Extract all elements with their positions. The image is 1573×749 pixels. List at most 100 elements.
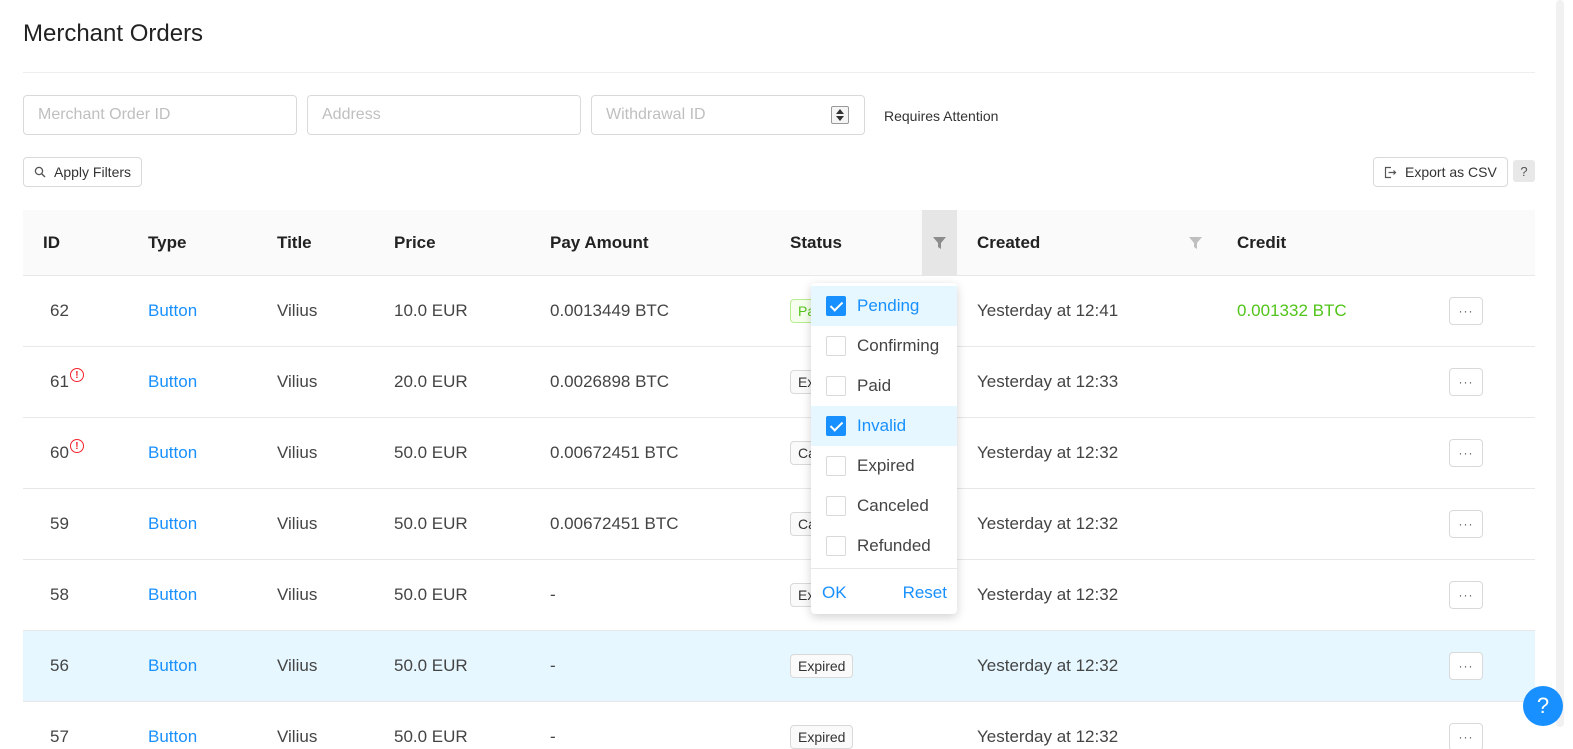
- order-pay-amount: -: [550, 585, 556, 604]
- order-price: 50.0 EUR: [394, 656, 468, 675]
- table-row[interactable]: 60! Button Vilius 50.0 EUR 0.00672451 BTC Ca Y…: [23, 418, 1535, 489]
- status-option-canceled[interactable]: Canceled: [811, 486, 957, 526]
- table-row[interactable]: 57 Button Vilius 50.0 EUR - Expired Yesterday …: [23, 702, 1535, 749]
- checkbox[interactable]: [826, 416, 846, 436]
- column-header-title: Title: [277, 233, 312, 252]
- order-type-link-cell: Button: [148, 489, 197, 559]
- status-filter-ok-button[interactable]: OK: [822, 583, 847, 603]
- help-chat-button[interactable]: ?: [1523, 686, 1563, 726]
- export-help-button[interactable]: ?: [1513, 160, 1535, 182]
- table-header: ID Type Title Price Pay Amount Status Cr…: [23, 210, 1535, 276]
- order-title: Vilius: [277, 514, 318, 533]
- dropdown-divider: [811, 568, 957, 569]
- order-created-cell: Yesterday at 12:32: [977, 418, 1118, 488]
- order-created: Yesterday at 12:32: [977, 656, 1119, 675]
- order-id-cell: 61!: [50, 347, 84, 417]
- row-actions-button[interactable]: ···: [1449, 652, 1483, 680]
- order-id: 57: [50, 727, 69, 746]
- order-created-cell: Yesterday at 12:41: [977, 276, 1118, 346]
- order-id-cell: 56: [50, 631, 69, 701]
- order-id-cell: 59: [50, 489, 69, 559]
- order-type-link[interactable]: Button: [148, 585, 197, 605]
- order-pay-amount: -: [550, 727, 556, 746]
- order-pay-amount: -: [550, 656, 556, 675]
- order-type-link[interactable]: Button: [148, 656, 197, 676]
- checkbox[interactable]: [826, 456, 846, 476]
- row-actions-button[interactable]: ···: [1449, 510, 1483, 538]
- order-id: 56: [50, 656, 69, 675]
- column-header-pay-amount: Pay Amount: [550, 233, 649, 252]
- order-type-link[interactable]: Button: [148, 443, 197, 463]
- address-input[interactable]: [307, 95, 581, 135]
- status-option-label: Refunded: [857, 536, 931, 555]
- status-option-pending[interactable]: Pending: [811, 286, 957, 326]
- checkbox[interactable]: [826, 296, 846, 316]
- order-id-cell: 62: [50, 276, 69, 346]
- status-filter-reset-button[interactable]: Reset: [903, 583, 947, 603]
- status-badge-cell: Expired: [790, 702, 854, 749]
- filter-icon: [1189, 237, 1202, 249]
- checkbox[interactable]: [826, 536, 846, 556]
- number-spinner-icon[interactable]: [831, 106, 849, 124]
- order-created-cell: Yesterday at 12:32: [977, 702, 1118, 749]
- order-credit: 0.001332 BTC: [1237, 301, 1347, 320]
- status-option-paid[interactable]: Paid: [811, 366, 957, 406]
- withdrawal-id-input[interactable]: [591, 95, 865, 135]
- order-created-cell: Yesterday at 12:32: [977, 631, 1118, 701]
- row-actions-button[interactable]: ···: [1449, 297, 1483, 325]
- order-price-cell: 50.0 EUR: [394, 702, 468, 749]
- order-price: 50.0 EUR: [394, 585, 468, 604]
- order-price-cell: 50.0 EUR: [394, 489, 468, 559]
- order-title: Vilius: [277, 727, 318, 746]
- status-option-refunded[interactable]: Refunded: [811, 526, 957, 566]
- export-csv-button[interactable]: Export as CSV: [1373, 157, 1508, 187]
- order-title-cell: Vilius: [277, 631, 317, 701]
- order-created-cell: Yesterday at 12:32: [977, 560, 1118, 630]
- table-row[interactable]: 56 Button Vilius 50.0 EUR - Expired Yesterday …: [23, 631, 1535, 702]
- page-scrollbar[interactable]: [1556, 0, 1564, 727]
- order-type-link-cell: Button: [148, 276, 197, 346]
- order-type-link-cell: Button: [148, 560, 197, 630]
- checkbox[interactable]: [826, 496, 846, 516]
- order-id: 61: [50, 372, 69, 391]
- order-price: 50.0 EUR: [394, 514, 468, 533]
- filter-icon: [933, 237, 946, 249]
- order-type-link-cell: Button: [148, 702, 197, 749]
- status-option-invalid[interactable]: Invalid: [811, 406, 957, 446]
- apply-filters-button[interactable]: Apply Filters: [23, 157, 143, 187]
- order-pay-amount-cell: 0.00672451 BTC: [550, 418, 679, 488]
- order-id-cell: 58: [50, 560, 69, 630]
- order-type-link[interactable]: Button: [148, 727, 197, 747]
- checkbox[interactable]: [826, 336, 846, 356]
- order-type-link[interactable]: Button: [148, 514, 197, 534]
- help-fab-label: ?: [1536, 693, 1550, 718]
- order-type-link[interactable]: Button: [148, 372, 197, 392]
- order-type-link[interactable]: Button: [148, 301, 197, 321]
- order-price-cell: 10.0 EUR: [394, 276, 468, 346]
- status-filter-button[interactable]: [922, 210, 957, 276]
- order-id: 58: [50, 585, 69, 604]
- status-option-expired[interactable]: Expired: [811, 446, 957, 486]
- table-row[interactable]: 59 Button Vilius 50.0 EUR 0.00672451 BTC Ca Ye…: [23, 489, 1535, 560]
- merchant-order-id-input[interactable]: [23, 95, 297, 135]
- row-actions-button[interactable]: ···: [1449, 723, 1483, 749]
- column-header-type: Type: [148, 233, 187, 252]
- order-pay-amount-cell: 0.0026898 BTC: [550, 347, 669, 417]
- order-title: Vilius: [277, 656, 318, 675]
- table-row[interactable]: 61! Button Vilius 20.0 EUR 0.0026898 BTC Ex Ye…: [23, 347, 1535, 418]
- status-filter-dropdown: Pending Confirming Paid Invalid Expired Cance…: [811, 283, 957, 614]
- alert-circle-icon: !: [69, 439, 84, 453]
- column-header-price: Price: [394, 233, 436, 252]
- table-row[interactable]: 58 Button Vilius 50.0 EUR - Ex Yesterday at 12…: [23, 560, 1535, 631]
- table-row[interactable]: 62 Button Vilius 10.0 EUR 0.0013449 BTC Pa Yes…: [23, 276, 1535, 347]
- checkbox[interactable]: [826, 376, 846, 396]
- order-id: 60: [50, 443, 69, 462]
- order-id: 62: [50, 301, 69, 320]
- created-filter-button[interactable]: [1189, 210, 1202, 276]
- order-price: 50.0 EUR: [394, 443, 468, 462]
- row-actions-button[interactable]: ···: [1449, 439, 1483, 467]
- status-option-confirming[interactable]: Confirming: [811, 326, 957, 366]
- row-actions-button[interactable]: ···: [1449, 368, 1483, 396]
- row-actions-button[interactable]: ···: [1449, 581, 1483, 609]
- requires-attention-toggle[interactable]: Requires Attention: [884, 108, 998, 124]
